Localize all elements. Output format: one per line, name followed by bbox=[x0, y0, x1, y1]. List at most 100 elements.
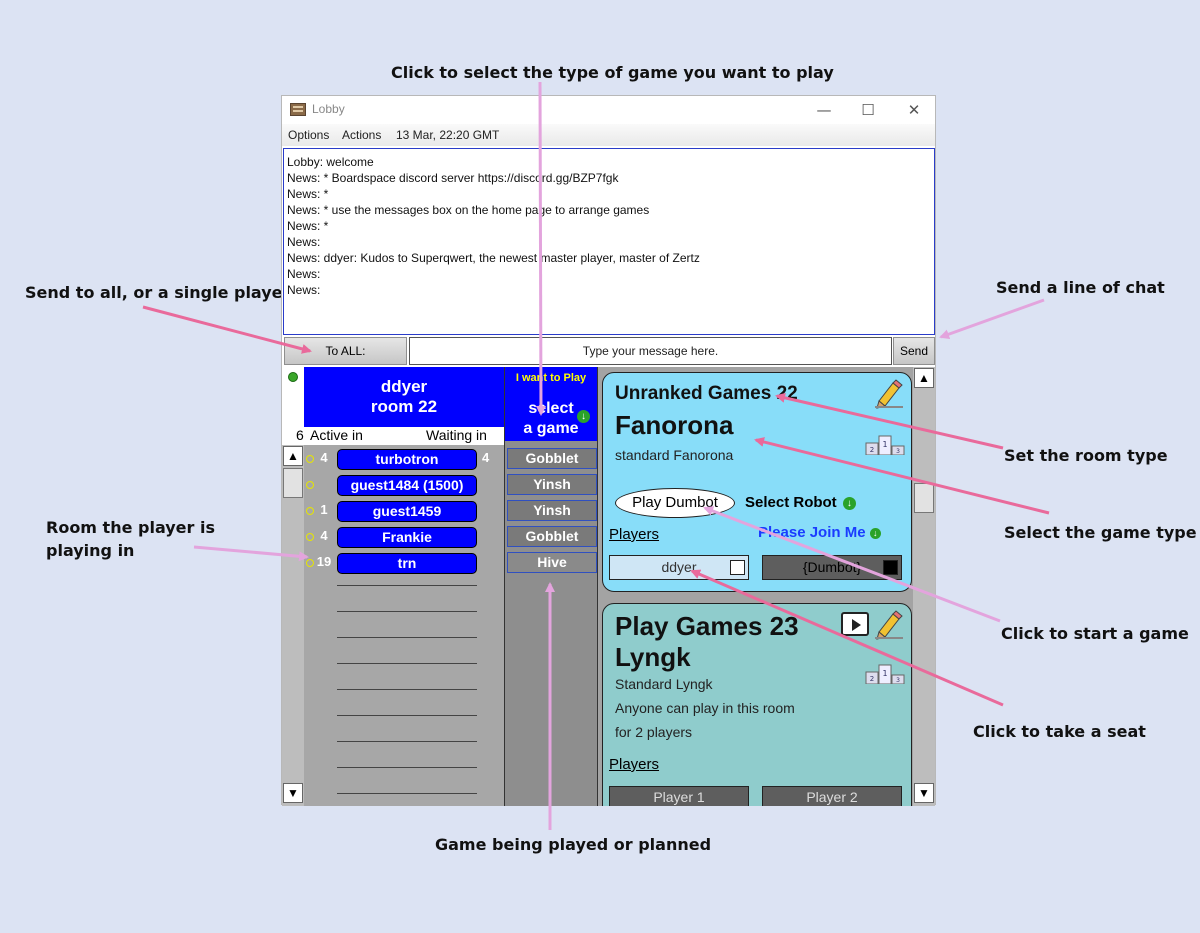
active-room: 1 bbox=[320, 502, 328, 517]
empty-slot-line bbox=[337, 689, 477, 690]
chat-line: Lobby: welcome bbox=[287, 155, 374, 169]
video-icon[interactable] bbox=[841, 612, 869, 636]
arrow-send-line bbox=[939, 298, 1045, 340]
empty-slot-line bbox=[337, 715, 477, 716]
room-card-play: Play Games 23 Lyngk 1 2 3 Standard Lyngk… bbox=[602, 603, 912, 806]
player-row[interactable]: 19 trn bbox=[304, 551, 504, 575]
player-row[interactable]: 4 Frankie bbox=[304, 525, 504, 549]
waiting-room: 4 bbox=[482, 450, 490, 465]
title-bar[interactable]: Lobby — ☐ ✕ bbox=[282, 96, 935, 124]
scroll-up-icon[interactable]: ▲ bbox=[914, 368, 934, 388]
status-dot-icon bbox=[306, 455, 314, 463]
seat-color-white bbox=[730, 560, 745, 575]
maximize-icon[interactable]: ☐ bbox=[853, 99, 883, 121]
player-count: 6 bbox=[296, 427, 304, 443]
seat-2-player: {Dumbot} bbox=[802, 559, 862, 575]
rooms-scrollbar[interactable]: ▲ ▼ bbox=[913, 367, 935, 806]
player-name[interactable]: Frankie bbox=[337, 527, 477, 548]
status-dot-icon bbox=[306, 507, 314, 515]
room-title: Play Games 23 bbox=[615, 611, 799, 641]
empty-slot-line bbox=[337, 741, 477, 742]
want-label: I want to Play bbox=[515, 372, 587, 384]
minimize-icon[interactable]: — bbox=[809, 99, 839, 121]
empty-slot-line bbox=[337, 663, 477, 664]
status-dot-icon bbox=[306, 481, 314, 489]
user-room: room 22 bbox=[370, 397, 438, 416]
svg-text:1: 1 bbox=[882, 440, 887, 449]
scroll-up-icon[interactable]: ▲ bbox=[283, 446, 303, 466]
game-variant: Standard Lyngk bbox=[615, 676, 713, 692]
play-dumbot-button[interactable]: Play Dumbot bbox=[615, 488, 735, 518]
chat-line: News: * use the messages box on the home… bbox=[287, 203, 650, 217]
player-name[interactable]: trn bbox=[337, 553, 477, 574]
players-scrollbar[interactable]: ▲ ▼ bbox=[282, 445, 304, 806]
please-join-label: Please Join Me bbox=[758, 524, 866, 541]
seat-player-1[interactable]: Player 1 bbox=[609, 786, 749, 806]
status-dot-icon bbox=[306, 559, 314, 567]
player-name[interactable]: guest1459 bbox=[337, 501, 477, 522]
callout-send-to: Send to all, or a single player bbox=[25, 283, 291, 302]
game-column: I want to Play select a game ↓ Gobblet Y… bbox=[504, 367, 598, 806]
scroll-thumb[interactable] bbox=[283, 468, 303, 498]
callout-start-game: Click to start a game bbox=[1001, 624, 1189, 643]
podium-icon[interactable]: 1 2 3 bbox=[865, 662, 905, 684]
callout-room-playing: Room the player is playing in bbox=[46, 516, 215, 562]
scroll-down-icon[interactable]: ▼ bbox=[914, 783, 934, 803]
room-card-unranked: Unranked Games 22 Fanorona 1 2 3 standar… bbox=[602, 372, 912, 592]
room-description: Anyone can play in this room bbox=[615, 700, 795, 716]
active-room: 4 bbox=[320, 528, 328, 543]
empty-slot-line bbox=[337, 793, 477, 794]
send-button[interactable]: Send bbox=[893, 337, 935, 365]
menu-actions[interactable]: Actions bbox=[342, 128, 381, 142]
player-row[interactable]: 4 turbotron 4 bbox=[304, 447, 504, 471]
active-room: 19 bbox=[316, 554, 332, 569]
menu-bar: Options Actions 13 Mar, 22:20 GMT bbox=[282, 124, 935, 146]
player-row[interactable]: guest1484 (1500) bbox=[304, 473, 504, 497]
message-input[interactable]: Type your message here. bbox=[409, 337, 892, 365]
seat-player-2[interactable]: Player 2 bbox=[762, 786, 902, 806]
green-down-arrow-icon: ↓ bbox=[577, 410, 590, 423]
game-button[interactable]: Yinsh bbox=[507, 500, 597, 521]
callout-send-line: Send a line of chat bbox=[996, 278, 1165, 297]
chat-line: News: bbox=[287, 283, 321, 297]
please-join-me-button[interactable]: Please Join Me ↓ bbox=[758, 524, 881, 541]
empty-slot-line bbox=[337, 611, 477, 612]
game-button[interactable]: Gobblet bbox=[507, 526, 597, 547]
seat-2[interactable]: {Dumbot} bbox=[762, 555, 902, 580]
podium-icon[interactable]: 1 2 3 bbox=[865, 433, 905, 455]
game-button[interactable]: Yinsh bbox=[507, 474, 597, 495]
player-name[interactable]: guest1484 (1500) bbox=[337, 475, 477, 496]
close-icon[interactable]: ✕ bbox=[899, 99, 929, 121]
select-robot-label: Select Robot bbox=[745, 494, 837, 511]
to-all-button[interactable]: To ALL: bbox=[284, 337, 407, 365]
player-name[interactable]: turbotron bbox=[337, 449, 477, 470]
game-button[interactable]: Gobblet bbox=[507, 448, 597, 469]
player-list: 4 turbotron 4 guest1484 (1500) 1 guest14… bbox=[304, 445, 504, 806]
green-down-arrow-icon: ↓ bbox=[842, 497, 856, 510]
chat-line: News: * bbox=[287, 187, 329, 201]
pencil-icon[interactable] bbox=[873, 610, 905, 640]
scroll-thumb[interactable] bbox=[914, 483, 934, 513]
scroll-down-icon[interactable]: ▼ bbox=[283, 783, 303, 803]
lobby-panel: ▲ ▼ ddyer room 22 6 Active in Waiting in… bbox=[282, 367, 935, 806]
bug-icon[interactable] bbox=[288, 372, 298, 382]
pencil-icon[interactable] bbox=[873, 379, 905, 409]
seat-1-player: ddyer bbox=[661, 559, 697, 575]
i-want-to-play-button[interactable]: I want to Play select a game ↓ bbox=[505, 367, 597, 441]
game-name[interactable]: Fanorona bbox=[615, 410, 733, 441]
game-name[interactable]: Lyngk bbox=[615, 642, 691, 673]
game-variant: standard Fanorona bbox=[615, 447, 734, 463]
select-robot-button[interactable]: Select Robot ↓ bbox=[745, 494, 856, 511]
chat-line: News: * bbox=[287, 219, 329, 233]
active-room: 4 bbox=[320, 450, 328, 465]
chat-log[interactable]: Lobby: welcome News: * Boardspace discor… bbox=[283, 148, 935, 335]
chat-line: News: * Boardspace discord server https:… bbox=[287, 171, 619, 185]
menu-options[interactable]: Options bbox=[288, 128, 329, 142]
chat-line: News: bbox=[287, 235, 321, 249]
empty-slot-line bbox=[337, 585, 477, 586]
window-title: Lobby bbox=[312, 102, 345, 116]
game-button[interactable]: Hive bbox=[507, 552, 597, 573]
svg-text:2: 2 bbox=[870, 446, 874, 454]
seat-1[interactable]: ddyer bbox=[609, 555, 749, 580]
player-row[interactable]: 1 guest1459 bbox=[304, 499, 504, 523]
